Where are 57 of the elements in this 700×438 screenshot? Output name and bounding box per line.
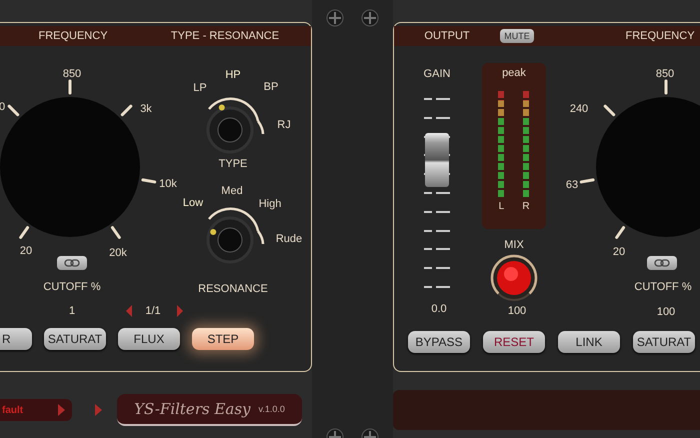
- step-counter: 1/1: [145, 305, 161, 317]
- next-arrow-icon[interactable]: [57, 403, 66, 417]
- screw-icon: [360, 9, 379, 27]
- toggle-button[interactable]: FLUX: [118, 328, 180, 350]
- section-title: TYPE - RESONANCE: [170, 30, 280, 42]
- channel-label: R: [522, 201, 530, 212]
- toggle-button[interactable]: R: [0, 328, 32, 350]
- scale-label: 63: [566, 179, 578, 191]
- link-button[interactable]: [647, 256, 677, 270]
- panel-button[interactable]: BYPASS: [408, 331, 470, 353]
- toggle-button[interactable]: STEP: [192, 328, 254, 350]
- switch-position-label: Rude: [276, 233, 302, 245]
- section-title: FREQUENCY: [625, 30, 695, 42]
- knob-label: CUTOFF %: [43, 281, 101, 293]
- screw-icon: [326, 9, 344, 27]
- link-icon: [654, 259, 670, 267]
- section-title: OUTPUT: [424, 30, 470, 42]
- switch-position-label: Low: [182, 197, 204, 209]
- scale-label: 10k: [159, 178, 177, 190]
- switch-position-label: BP: [264, 81, 278, 93]
- meter-title: peak: [502, 67, 526, 79]
- panel-button[interactable]: RESET: [483, 331, 545, 353]
- gain-fader[interactable]: [424, 98, 450, 288]
- panel-button[interactable]: LINK: [558, 331, 620, 353]
- switch-position-label: RJ: [277, 119, 291, 131]
- fader-label: GAIN: [424, 68, 450, 80]
- scale-label: 20: [612, 246, 626, 258]
- knob-value: 100: [508, 305, 526, 317]
- switch-position-label: LP: [193, 82, 207, 94]
- product-title: YS-Filters Easy: [134, 400, 251, 418]
- link-button[interactable]: [57, 256, 87, 270]
- knob-value: 1: [68, 305, 76, 317]
- knob-label: CUTOFF %: [634, 281, 692, 293]
- mute-button[interactable]: MUTE: [500, 29, 534, 43]
- scale-label: 20: [20, 245, 32, 257]
- link-icon: [64, 259, 80, 267]
- preset-name: fault: [2, 404, 24, 416]
- switch-label: TYPE: [218, 158, 248, 170]
- switch-position-label: HP: [225, 69, 241, 81]
- fader-handle[interactable]: [425, 133, 449, 188]
- knob-label: MIX: [504, 239, 524, 251]
- scale-label: 3k: [140, 103, 152, 115]
- panel-button[interactable]: SATURAT: [633, 331, 695, 353]
- scale-label: 240: [570, 103, 588, 115]
- knob-value: 100: [656, 306, 676, 318]
- switch-label: RESONANCE: [198, 283, 268, 295]
- channel-label: L: [498, 201, 504, 212]
- switch-position-label: Med: [221, 185, 243, 197]
- scale-label: 850: [656, 68, 674, 80]
- fader-value: 0.0: [431, 303, 447, 315]
- mix-knob[interactable]: [489, 253, 539, 303]
- version-label: v.1.0.0: [258, 404, 285, 414]
- switch-position-label: High: [258, 198, 282, 210]
- section-title: FREQUENCY: [38, 30, 108, 42]
- scale-label: 20k: [109, 247, 127, 259]
- toggle-button[interactable]: SATURAT: [44, 328, 106, 350]
- scale-label: 850: [62, 68, 82, 80]
